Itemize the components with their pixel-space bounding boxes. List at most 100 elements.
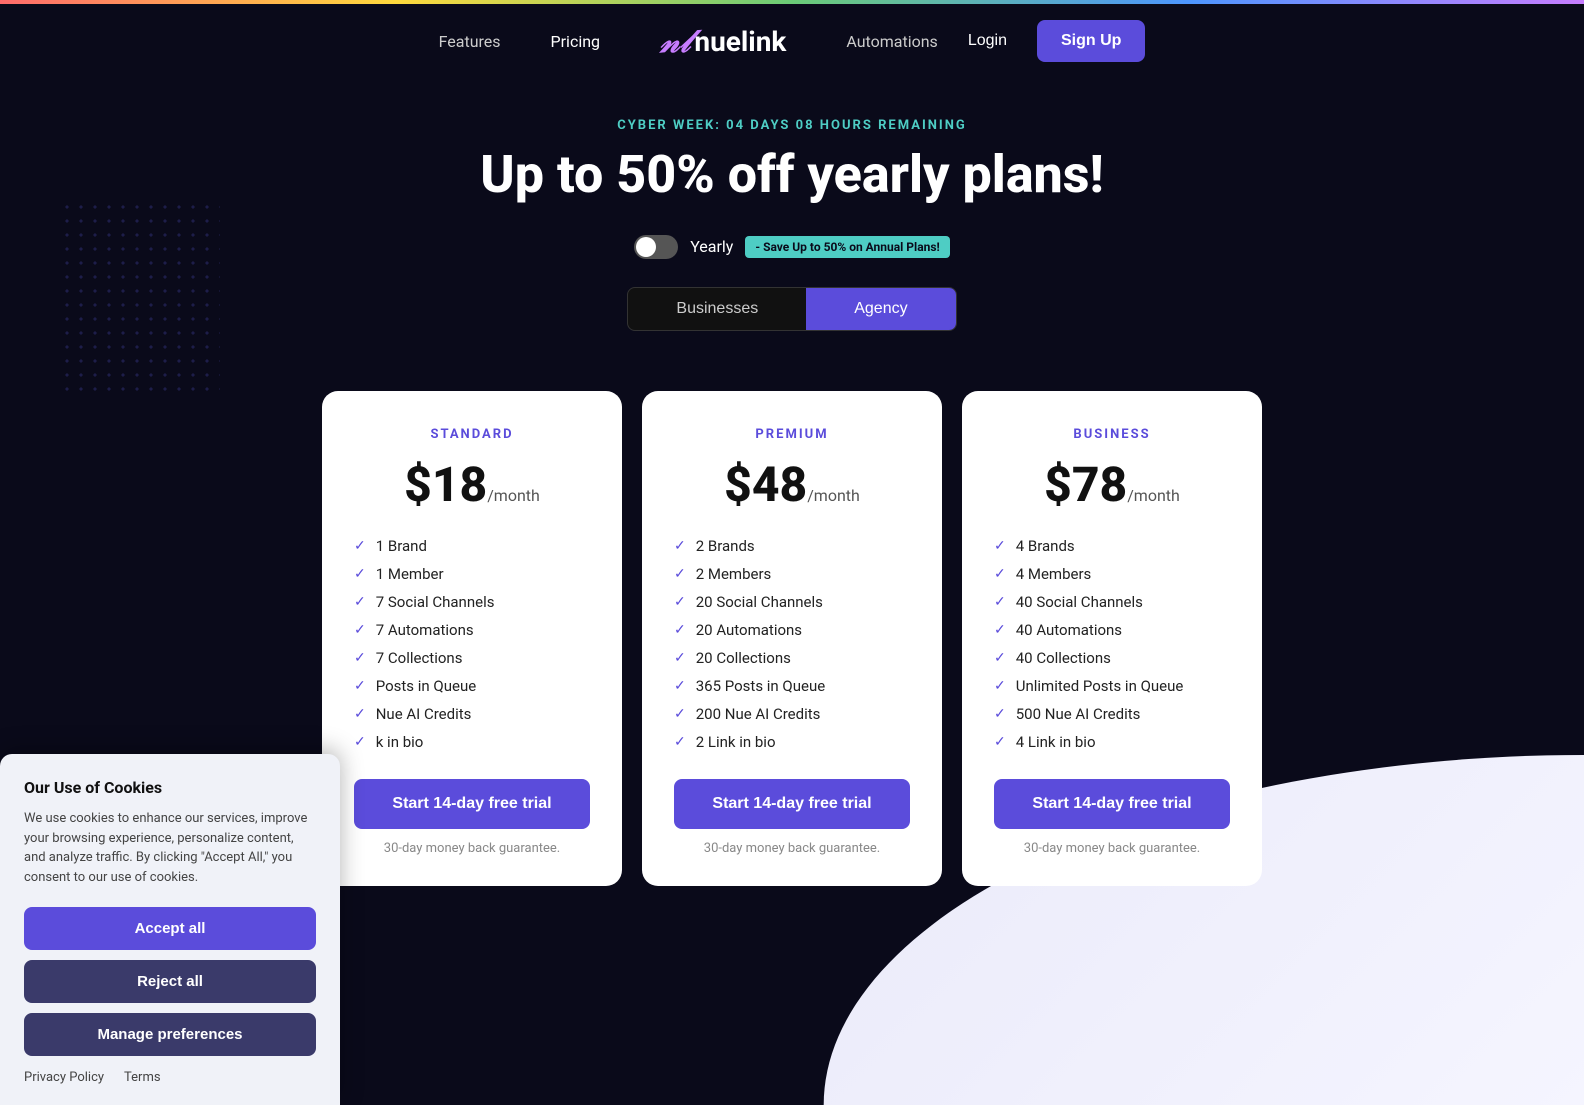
nav-features[interactable]: Features [439,32,501,51]
list-item: ✓7 Social Channels [354,593,590,611]
list-item: ✓k in bio [354,733,590,751]
nav-right: Automations Login Sign Up [846,20,1145,62]
list-item: ✓4 Link in bio [994,733,1230,751]
list-item: ✓1 Brand [354,537,590,555]
tab-businesses[interactable]: Businesses [628,288,806,330]
logo-icon: 𝓃𝓁 [660,22,690,61]
logo-text: nuelink [694,25,786,58]
nav-logo[interactable]: 𝓃𝓁 nuelink [660,22,786,61]
signup-button[interactable]: Sign Up [1037,20,1145,62]
standard-price-period: /month [487,486,540,505]
hero-title: Up to 50% off yearly plans! [20,145,1564,205]
check-icon: ✓ [674,706,686,722]
standard-money-back: 30-day money back guarantee. [354,841,590,856]
terms-link[interactable]: Terms [124,1070,161,1085]
cyber-badge: CYBER WEEK: 04 DAYS 08 HOURS REMAINING [20,118,1564,133]
list-item: ✓4 Brands [994,537,1230,555]
standard-plan-card: STANDARD $18/month ✓1 Brand ✓1 Member ✓7… [322,391,622,886]
list-item: ✓365 Posts in Queue [674,677,910,695]
navigation: Features Pricing 𝓃𝓁 nuelink Automations … [0,4,1584,78]
check-icon: ✓ [994,538,1006,554]
list-item: ✓4 Members [994,565,1230,583]
check-icon: ✓ [994,566,1006,582]
manage-preferences-button[interactable]: Manage preferences [24,1013,316,1056]
list-item: ✓2 Members [674,565,910,583]
tab-agency[interactable]: Agency [806,288,955,330]
standard-price-amount: $18 [404,456,487,513]
tabs-container: Businesses Agency [627,287,956,331]
business-money-back: 30-day money back guarantee. [994,841,1230,856]
premium-price-amount: $48 [724,456,807,513]
list-item: ✓2 Link in bio [674,733,910,751]
premium-trial-button[interactable]: Start 14-day free trial [674,779,910,829]
check-icon: ✓ [354,594,366,610]
check-icon: ✓ [994,594,1006,610]
check-icon: ✓ [354,650,366,666]
list-item: ✓20 Collections [674,649,910,667]
login-button[interactable]: Login [968,32,1007,50]
list-item: ✓7 Collections [354,649,590,667]
premium-price: $48/month [674,456,910,513]
list-item: ✓20 Automations [674,621,910,639]
standard-price: $18/month [354,456,590,513]
list-item: ✓20 Social Channels [674,593,910,611]
business-price: $78/month [994,456,1230,513]
hero-section: CYBER WEEK: 04 DAYS 08 HOURS REMAINING U… [0,78,1584,391]
list-item: ✓2 Brands [674,537,910,555]
check-icon: ✓ [354,566,366,582]
standard-plan-label: STANDARD [354,427,590,442]
check-icon: ✓ [994,650,1006,666]
list-item: ✓40 Social Channels [994,593,1230,611]
business-trial-button[interactable]: Start 14-day free trial [994,779,1230,829]
yearly-toggle[interactable] [634,235,678,259]
check-icon: ✓ [354,734,366,750]
cookie-title: Our Use of Cookies [24,778,316,797]
premium-feature-list: ✓2 Brands ✓2 Members ✓20 Social Channels… [674,537,910,751]
nav-pricing[interactable]: Pricing [551,32,601,51]
billing-toggle-row: Yearly - Save Up to 50% on Annual Plans! [20,235,1564,259]
business-plan-label: BUSINESS [994,427,1230,442]
check-icon: ✓ [674,678,686,694]
toggle-label: Yearly [690,237,733,256]
list-item: ✓Posts in Queue [354,677,590,695]
nav-links: Features Pricing [439,32,600,51]
premium-plan-label: PREMIUM [674,427,910,442]
save-badge: - Save Up to 50% on Annual Plans! [745,236,949,258]
privacy-policy-link[interactable]: Privacy Policy [24,1070,104,1085]
list-item: ✓500 Nue AI Credits [994,705,1230,723]
business-price-period: /month [1127,486,1180,505]
cookie-footer: Privacy Policy Terms [24,1070,316,1085]
list-item: ✓Unlimited Posts in Queue [994,677,1230,695]
check-icon: ✓ [994,622,1006,638]
check-icon: ✓ [674,566,686,582]
premium-money-back: 30-day money back guarantee. [674,841,910,856]
cookie-banner: Our Use of Cookies We use cookies to enh… [0,754,340,1105]
accept-all-button[interactable]: Accept all [24,907,316,950]
list-item: ✓40 Automations [994,621,1230,639]
nav-automations[interactable]: Automations [846,32,937,51]
list-item: ✓1 Member [354,565,590,583]
list-item: ✓Nue AI Credits [354,705,590,723]
premium-plan-card: PREMIUM $48/month ✓2 Brands ✓2 Members ✓… [642,391,942,886]
check-icon: ✓ [674,538,686,554]
standard-trial-button[interactable]: Start 14-day free trial [354,779,590,829]
toggle-knob [636,237,656,257]
check-icon: ✓ [994,706,1006,722]
premium-price-period: /month [807,486,860,505]
check-icon: ✓ [674,650,686,666]
check-icon: ✓ [674,622,686,638]
check-icon: ✓ [354,678,366,694]
business-price-amount: $78 [1044,456,1127,513]
standard-feature-list: ✓1 Brand ✓1 Member ✓7 Social Channels ✓7… [354,537,590,751]
check-icon: ✓ [354,538,366,554]
check-icon: ✓ [994,734,1006,750]
list-item: ✓200 Nue AI Credits [674,705,910,723]
reject-all-button[interactable]: Reject all [24,960,316,1003]
check-icon: ✓ [354,706,366,722]
list-item: ✓40 Collections [994,649,1230,667]
check-icon: ✓ [674,734,686,750]
check-icon: ✓ [994,678,1006,694]
plan-type-tabs: Businesses Agency [20,287,1564,331]
business-plan-card: BUSINESS $78/month ✓4 Brands ✓4 Members … [962,391,1262,886]
business-feature-list: ✓4 Brands ✓4 Members ✓40 Social Channels… [994,537,1230,751]
